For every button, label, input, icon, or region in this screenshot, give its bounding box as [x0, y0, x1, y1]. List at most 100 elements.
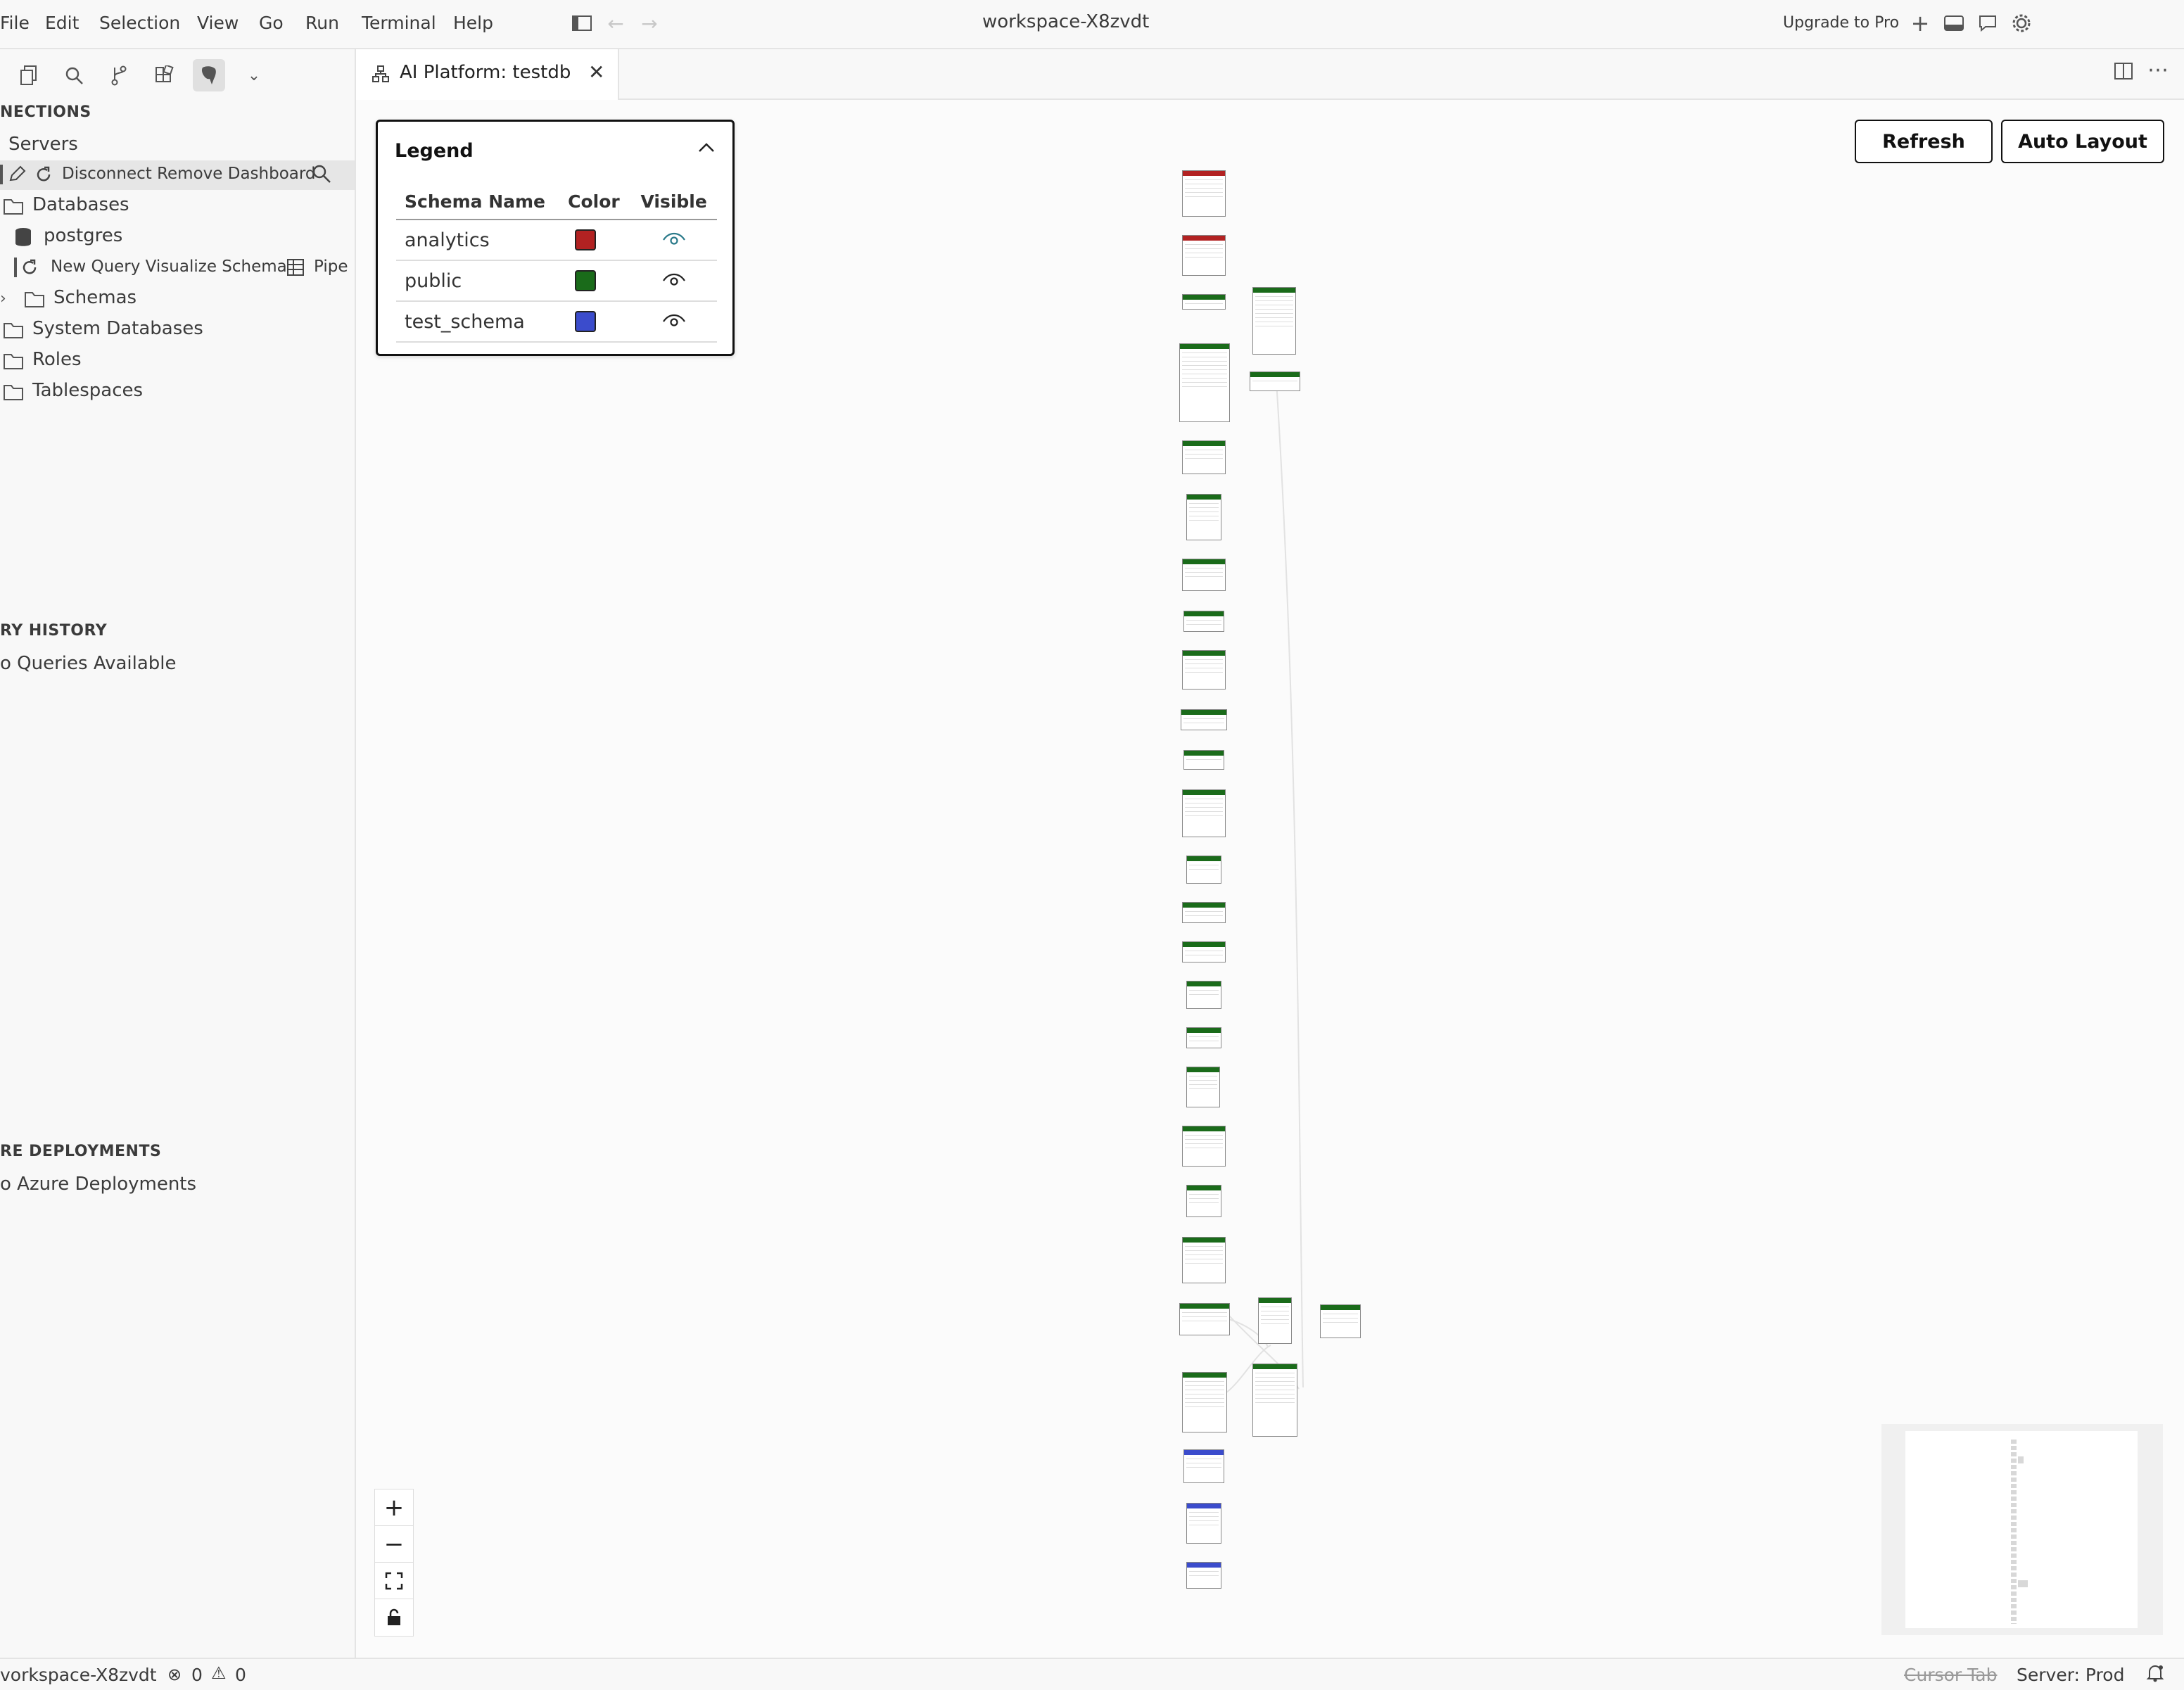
back-arrow-icon[interactable]: ←	[605, 12, 626, 35]
cursor-tab-status[interactable]: Cursor Tab	[1904, 1665, 1997, 1685]
plus-icon[interactable]: +	[1910, 10, 1931, 37]
table-node[interactable]	[1186, 1067, 1220, 1107]
table-node[interactable]	[1181, 709, 1227, 730]
server-marker	[0, 165, 3, 184]
minimap[interactable]	[1881, 1424, 2163, 1635]
table-node[interactable]	[1252, 287, 1296, 355]
split-editor-icon[interactable]	[2114, 62, 2133, 83]
fit-view-icon[interactable]	[374, 1562, 414, 1600]
table-node[interactable]	[1182, 559, 1226, 591]
error-icon[interactable]: ⊗	[167, 1665, 182, 1684]
database-icon	[14, 227, 32, 250]
schemas-item[interactable]: Schemas	[53, 287, 136, 308]
table-node[interactable]	[1182, 294, 1226, 310]
upgrade-link[interactable]: Upgrade to Pro	[1783, 14, 1899, 32]
refresh-icon[interactable]	[34, 165, 53, 187]
table-node[interactable]	[1182, 650, 1226, 690]
table-node[interactable]	[1182, 170, 1226, 217]
error-count[interactable]: 0	[191, 1665, 203, 1685]
table-node[interactable]	[1183, 1449, 1224, 1483]
menu-run[interactable]: Run	[305, 13, 339, 33]
table-node[interactable]	[1186, 1503, 1221, 1544]
tablespaces-item[interactable]: Tablespaces	[32, 380, 143, 401]
explorer-icon[interactable]	[13, 59, 45, 91]
eye-icon[interactable]	[630, 260, 717, 302]
chat-icon[interactable]	[1977, 13, 1998, 34]
databases-item[interactable]: Databases	[32, 194, 129, 215]
menu-go[interactable]: Go	[259, 13, 284, 33]
bell-icon[interactable]	[2146, 1663, 2164, 1687]
chevron-right-icon[interactable]: ›	[0, 290, 6, 307]
connections-section-title[interactable]: NECTIONS	[0, 103, 91, 121]
extensions-icon[interactable]	[148, 59, 180, 91]
minimap-viewport[interactable]	[1905, 1431, 2138, 1628]
eye-icon[interactable]	[630, 220, 717, 261]
azure-deployments-section-title[interactable]: RE DEPLOYMENTS	[0, 1143, 161, 1160]
menu-edit[interactable]: Edit	[45, 13, 79, 33]
warning-icon[interactable]: ⚠	[211, 1663, 227, 1683]
query-history-section-title[interactable]: RY HISTORY	[0, 622, 107, 640]
search-icon[interactable]	[58, 59, 90, 91]
menu-terminal[interactable]: Terminal	[362, 13, 436, 33]
table-node[interactable]	[1186, 981, 1221, 1009]
panel-icon[interactable]	[1943, 13, 1964, 34]
warning-count[interactable]: 0	[235, 1665, 246, 1685]
refresh-button[interactable]: Refresh	[1855, 120, 1993, 163]
close-icon[interactable]: ✕	[588, 61, 604, 84]
table-node[interactable]	[1182, 235, 1226, 276]
table-node[interactable]	[1186, 856, 1221, 884]
gear-icon[interactable]	[2011, 13, 2032, 34]
refresh-icon[interactable]	[20, 258, 39, 280]
chevron-up-icon[interactable]	[696, 137, 717, 161]
table-node[interactable]	[1182, 941, 1226, 962]
chevron-down-icon[interactable]: ⌄	[238, 59, 270, 91]
table-node[interactable]	[1252, 1364, 1297, 1437]
postgres-item[interactable]: postgres	[44, 225, 122, 246]
eye-icon[interactable]	[630, 301, 717, 343]
search-icon[interactable]	[311, 163, 332, 187]
menu-selection[interactable]: Selection	[99, 13, 180, 33]
table-node[interactable]	[1186, 1562, 1221, 1589]
table-node[interactable]	[1179, 1303, 1230, 1335]
table-node[interactable]	[1182, 1372, 1227, 1432]
lock-icon[interactable]	[374, 1599, 414, 1637]
source-control-icon[interactable]	[103, 59, 135, 91]
server-actions[interactable]: Disconnect Remove Dashboard	[62, 165, 316, 183]
table-node[interactable]	[1186, 1185, 1221, 1217]
table-node[interactable]	[1179, 343, 1230, 422]
table-node[interactable]	[1183, 750, 1224, 770]
table-node[interactable]	[1182, 1126, 1226, 1167]
database-explorer-icon[interactable]	[193, 59, 225, 91]
edit-icon[interactable]	[7, 165, 27, 187]
zoom-out-icon[interactable]: −	[374, 1525, 414, 1563]
server-status[interactable]: Server: Prod	[2017, 1665, 2124, 1685]
table-node[interactable]	[1182, 902, 1226, 923]
system-databases-item[interactable]: System Databases	[32, 318, 203, 339]
table-node[interactable]	[1186, 494, 1221, 540]
table-node[interactable]	[1182, 440, 1226, 474]
table-node[interactable]	[1320, 1304, 1361, 1338]
tab-ai-platform[interactable]: AI Platform: testdb ✕	[356, 49, 619, 100]
table-node[interactable]	[1186, 1027, 1221, 1048]
legend-header-color: Color	[559, 184, 631, 220]
table-node[interactable]	[1182, 789, 1226, 837]
db-actions[interactable]: New Query Visualize Schema	[51, 258, 287, 276]
table-node[interactable]	[1183, 611, 1224, 632]
table-icon[interactable]	[286, 258, 305, 280]
toggle-sidebar-icon[interactable]	[571, 13, 592, 34]
roles-item[interactable]: Roles	[32, 349, 82, 370]
menu-file[interactable]: File	[0, 13, 30, 33]
minimap-nodes	[2011, 1440, 2017, 1624]
menu-help[interactable]: Help	[453, 13, 493, 33]
servers-item[interactable]: Servers	[8, 134, 78, 155]
table-node[interactable]	[1258, 1297, 1292, 1344]
forward-arrow-icon[interactable]: →	[639, 12, 660, 35]
zoom-in-icon[interactable]: +	[374, 1489, 414, 1527]
pipeline-action[interactable]: Pipe	[314, 258, 355, 276]
workspace-status[interactable]: vorkspace-X8zvdt	[0, 1665, 157, 1685]
more-actions-icon[interactable]: ⋯	[2147, 58, 2169, 82]
menu-view[interactable]: View	[197, 13, 239, 33]
table-node[interactable]	[1182, 1237, 1226, 1283]
table-node[interactable]	[1250, 371, 1300, 391]
auto-layout-button[interactable]: Auto Layout	[2001, 120, 2164, 163]
